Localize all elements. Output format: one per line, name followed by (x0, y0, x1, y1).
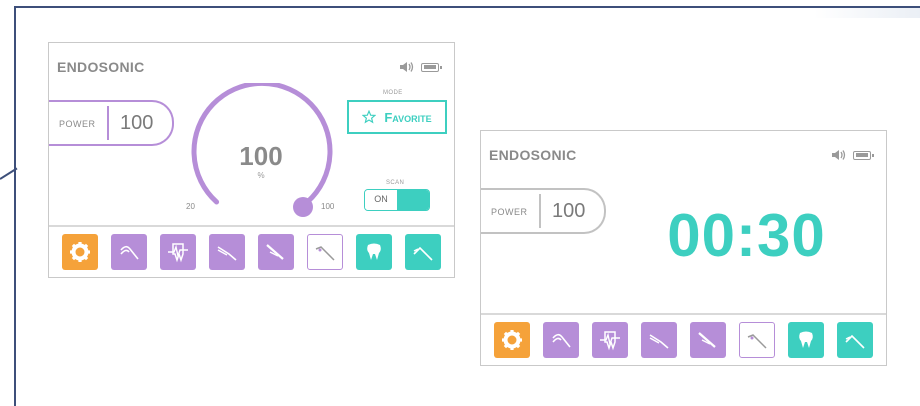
tooth-icon (799, 331, 814, 348)
file-tip-icon (552, 333, 571, 348)
app-title: ENDOSONIC (57, 59, 145, 75)
cleaning-tip-button[interactable] (690, 322, 727, 358)
dial-max-label: 100 (321, 202, 335, 211)
settings-button[interactable] (61, 234, 98, 270)
scan-toggle-knob (397, 190, 429, 210)
status-icons (399, 61, 442, 73)
scaler-tip-button[interactable] (405, 234, 442, 270)
perio-tip-icon (315, 246, 335, 261)
dial-knob (293, 197, 313, 217)
scaler-tip-icon (845, 334, 866, 349)
status-icons (831, 149, 874, 161)
app-title: ENDOSONIC (489, 147, 577, 163)
endosonic-screen-timer: ENDOSONIC POWER 100 00:30 (480, 130, 887, 366)
tooth-ekg-icon (167, 243, 188, 263)
power-value: 100 (120, 112, 154, 134)
mode-label: MODE (383, 90, 403, 96)
cleaning-tip-icon (266, 244, 284, 260)
tool-toolbar (49, 225, 454, 277)
power-label: POWER (491, 207, 528, 217)
settings-button[interactable] (493, 322, 530, 358)
power-divider (107, 106, 109, 140)
scan-toggle-state: ON (365, 190, 397, 210)
tooth-ekg-button[interactable] (159, 234, 196, 270)
frame-fade (814, 8, 920, 18)
tool-toolbar (481, 313, 886, 365)
star-icon (362, 110, 377, 124)
scaler-tip-button[interactable] (837, 322, 874, 358)
retreatment-tip-button[interactable] (640, 322, 677, 358)
battery-icon (853, 150, 874, 160)
perio-tip-button[interactable] (307, 234, 344, 270)
file-tip-icon (120, 245, 139, 260)
retreatment-tip-icon (649, 334, 669, 349)
timer-display: 00:30 (667, 202, 826, 269)
scan-toggle[interactable]: ON (364, 189, 430, 211)
power-divider (539, 194, 541, 228)
file-tip-button[interactable] (110, 234, 147, 270)
endosonic-screen-main: ENDOSONIC POWER 100 100 % 20 100 MODE Fa… (48, 42, 455, 278)
power-label: POWER (59, 119, 96, 129)
cleaning-tip-button[interactable] (258, 234, 295, 270)
tooth-ekg-button[interactable] (591, 322, 628, 358)
power-control[interactable]: POWER 100 (481, 188, 606, 234)
perio-tip-icon (747, 334, 767, 349)
tooth-button[interactable] (356, 234, 393, 270)
cleaning-tip-icon (698, 332, 716, 348)
mode-value: Favorite (384, 109, 432, 125)
power-control[interactable]: POWER 100 (49, 100, 174, 146)
dial-min-label: 20 (186, 202, 195, 211)
scan-label: SCAN (386, 180, 405, 186)
settings-gear-icon (501, 330, 522, 350)
tooth-icon (367, 243, 382, 260)
settings-gear-icon (69, 242, 90, 262)
file-tip-button[interactable] (542, 322, 579, 358)
power-value: 100 (552, 200, 586, 222)
tooth-ekg-icon (599, 331, 620, 351)
dial-value: 100 (239, 141, 283, 171)
perio-tip-button[interactable] (739, 322, 776, 358)
dial-unit: % (257, 171, 265, 180)
tooth-button[interactable] (788, 322, 825, 358)
speaker-icon[interactable] (831, 149, 849, 161)
speaker-icon[interactable] (399, 61, 417, 73)
retreatment-tip-icon (217, 246, 237, 261)
retreatment-tip-button[interactable] (208, 234, 245, 270)
scaler-tip-icon (413, 246, 434, 261)
favorite-mode-button[interactable]: Favorite (347, 100, 447, 134)
battery-icon (421, 62, 442, 72)
